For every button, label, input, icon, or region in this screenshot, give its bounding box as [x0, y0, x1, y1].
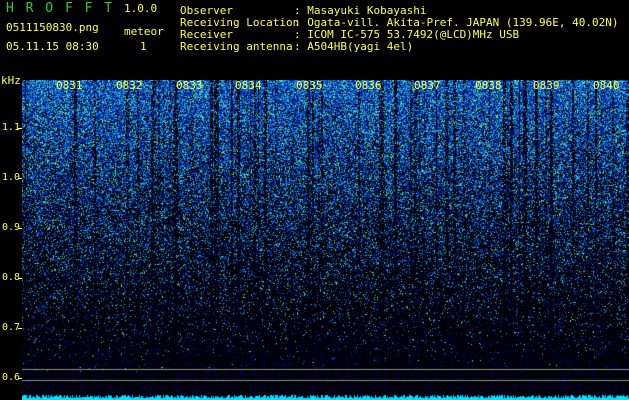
- x-tick-label: 0836: [355, 79, 382, 92]
- y-tick-mark: [18, 228, 22, 229]
- x-tick-label: 0831: [56, 79, 83, 92]
- frequency-unit: kHz: [1, 74, 21, 87]
- x-tick-label: 0837: [414, 79, 441, 92]
- image-filename: 0511150830.png: [6, 21, 99, 34]
- meteor-count: 1: [140, 40, 147, 53]
- spectrogram-canvas: [22, 80, 629, 400]
- x-tick-label: 0840: [593, 79, 620, 92]
- x-tick-label: 0838: [475, 79, 502, 92]
- spectrogram: [22, 80, 629, 400]
- app-version: 1.0.0: [124, 2, 158, 15]
- info-antenna: Receiving antenna: A504HB(yagi 4el): [180, 40, 414, 53]
- y-tick-mark: [18, 278, 22, 279]
- capture-datetime: 05.11.15 08:30: [6, 40, 99, 53]
- app-title: H R O F F T: [6, 1, 115, 16]
- x-tick-label: 0834: [235, 79, 262, 92]
- y-tick-mark: [18, 328, 22, 329]
- y-tick-mark: [18, 378, 22, 379]
- meteor-label: meteor: [124, 25, 164, 38]
- y-tick-mark: [18, 128, 22, 129]
- header-panel: H R O F F T 1.0.0 0511150830.png meteor …: [0, 0, 629, 80]
- y-tick-mark: [18, 178, 22, 179]
- x-tick-label: 0835: [296, 79, 323, 92]
- x-tick-label: 0833: [176, 79, 203, 92]
- x-tick-label: 0839: [533, 79, 560, 92]
- x-tick-label: 0832: [116, 79, 143, 92]
